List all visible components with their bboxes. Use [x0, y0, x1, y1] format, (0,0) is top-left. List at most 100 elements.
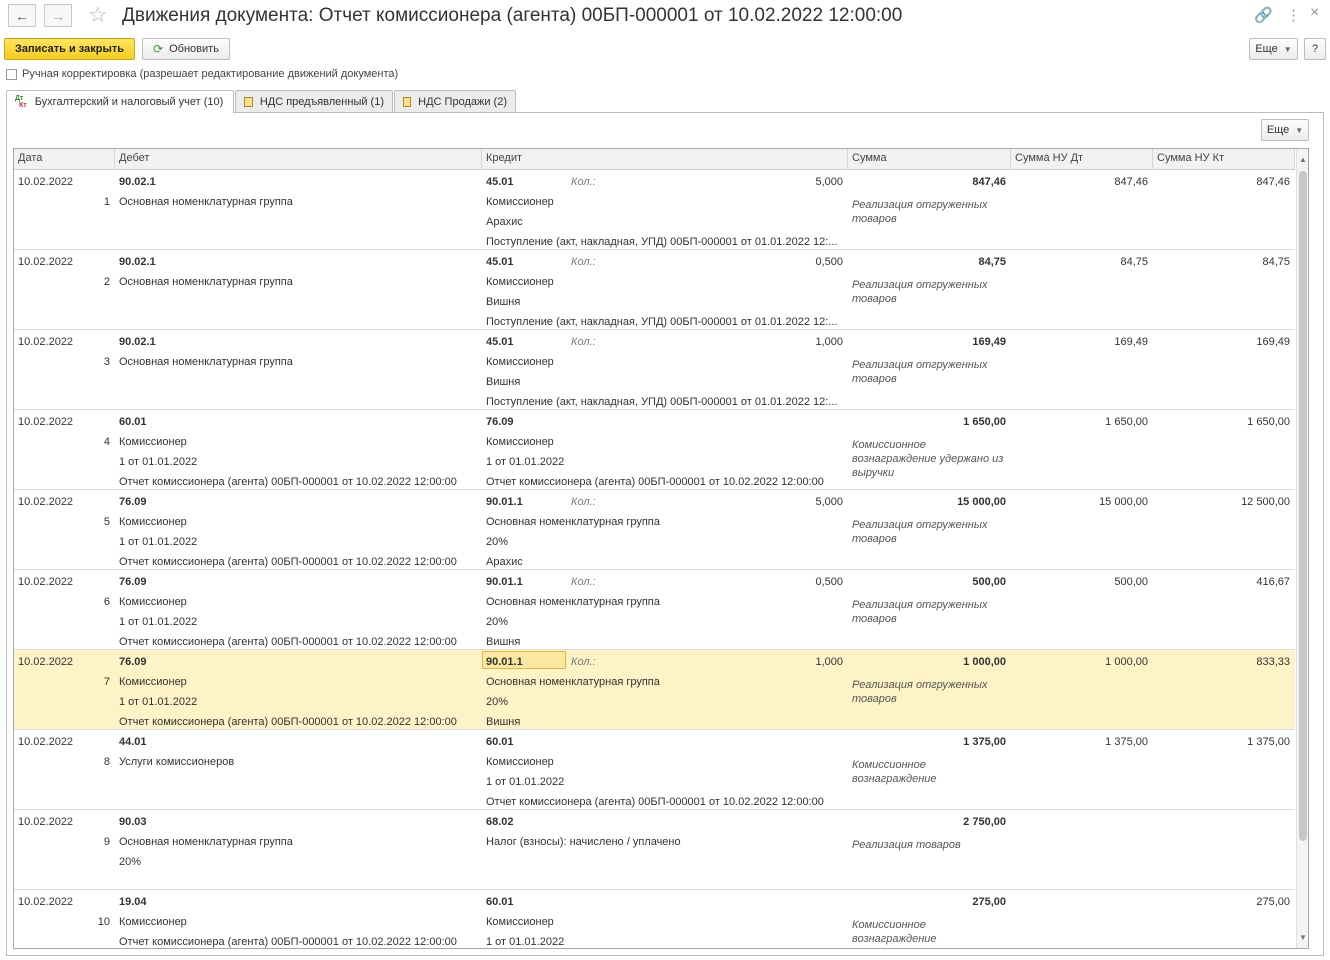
cell-line-number: 5 [103, 516, 110, 528]
table-row[interactable]: 10.02.2022 6 76.09 Комиссионер 1 от 01.01.20… [14, 570, 1295, 650]
scroll-up-icon[interactable]: ▲ [1299, 155, 1307, 164]
cell-sum-nu-dt: 15 000,00 [1099, 496, 1148, 508]
caret-down-icon: ▼ [1283, 44, 1292, 54]
cell-date: 10.02.2022 [18, 336, 74, 348]
cell-debit-subconto: Отчет комиссионера (агента) 00БП-000001 … [119, 936, 457, 948]
favorite-star-icon[interactable]: ☆ [88, 3, 108, 27]
cell-date: 10.02.2022 [18, 416, 74, 428]
cell-credit-subconto: 1 от 01.01.2022 [486, 776, 565, 788]
tab-vat-sales-label: НДС Продажи (2) [418, 95, 507, 108]
cell-content-line: товаров [852, 373, 897, 385]
table-row[interactable]: 10.02.2022 8 44.01 Услуги комиссионеров 60.0… [14, 730, 1295, 810]
cell-date: 10.02.2022 [18, 176, 74, 188]
cell-line-number: 3 [103, 356, 110, 368]
cell-debit-subconto: Комиссионер [119, 916, 187, 928]
table-row[interactable]: 10.02.2022 5 76.09 Комиссионер 1 от 01.01.20… [14, 490, 1295, 570]
table-row[interactable]: 10.02.2022 10 19.04 Комиссионер Отчет комисс… [14, 890, 1295, 948]
cell-qty: 5,000 [815, 176, 843, 188]
cell-debit-subconto: Услуги комиссионеров [119, 756, 235, 768]
cell-credit-subconto: Комиссионер [486, 276, 554, 288]
cell-line-number: 8 [103, 756, 110, 768]
cell-qty: 0,500 [815, 576, 843, 588]
tab-vat-presented[interactable]: НДС предъявленный (1) [235, 90, 393, 112]
title-bar: ← → ☆ Движения документа: Отчет комиссио… [0, 0, 1330, 34]
window-title: Движения документа: Отчет комиссионера (… [122, 5, 903, 26]
forward-button[interactable]: → [44, 4, 72, 27]
cell-content-line: вознаграждение [852, 773, 937, 785]
manual-correction-label: Ручная корректировка (разрешает редактир… [22, 68, 399, 80]
cell-credit-account: 90.01.1 [486, 656, 523, 668]
cell-credit-subconto: Поступление (акт, накладная, УПД) 00БП-0… [486, 316, 838, 328]
column-header-credit[interactable]: Кредит [482, 149, 848, 170]
table-row[interactable]: 10.02.2022 7 76.09 Комиссионер 1 от 01.01.20… [14, 650, 1295, 730]
column-header-sum-nu-dt[interactable]: Сумма НУ Дт [1011, 149, 1153, 170]
cell-sum: 1 650,00 [963, 416, 1006, 428]
cell-credit-subconto: Комиссионер [486, 436, 554, 448]
table-row[interactable]: 10.02.2022 2 90.02.1 Основная номенклатурна… [14, 250, 1295, 330]
scroll-down-icon[interactable]: ▼ [1299, 933, 1307, 942]
cell-credit-subconto: 20% [486, 536, 509, 548]
cell-credit-subconto: Поступление (акт, накладная, УПД) 00БП-0… [486, 236, 838, 248]
link-icon[interactable]: 🔗 [1254, 6, 1273, 24]
cell-debit-subconto: Основная номенклатурная группа [119, 196, 293, 208]
more-button[interactable]: Еще ▼ [1249, 38, 1298, 60]
cell-debit-subconto: Отчет комиссионера (агента) 00БП-000001 … [119, 636, 457, 648]
cell-credit-account: 76.09 [486, 416, 514, 428]
cell-qty-label: Кол.: [571, 496, 596, 508]
movements-table[interactable]: Дата Дебет Кредит Сумма Сумма НУ Дт Сумм… [13, 148, 1309, 949]
cell-debit-account: 44.01 [119, 736, 147, 748]
cell-date: 10.02.2022 [18, 656, 74, 668]
cell-sum-nu-kt: 833,33 [1256, 656, 1290, 668]
cell-debit-account: 60.01 [119, 416, 147, 428]
cell-content: Реализация отгруженных товаров [852, 358, 1007, 386]
cell-credit-subconto: Комиссионер [486, 916, 554, 928]
cell-debit-account: 90.02.1 [119, 256, 156, 268]
cell-sum-nu-kt: 1 375,00 [1247, 736, 1290, 748]
cell-qty: 1,000 [815, 656, 843, 668]
table-row[interactable]: 10.02.2022 1 90.02.1 Основная номенклатурна… [14, 170, 1295, 250]
more-vertical-icon[interactable]: ⋮ [1286, 6, 1301, 24]
save-close-button[interactable]: Записать и закрыть [4, 38, 135, 60]
column-header-sum-nu-kt[interactable]: Сумма НУ Кт [1153, 149, 1295, 170]
cell-content-line: Реализация отгруженных [852, 679, 988, 691]
cell-content-line: Комиссионное [852, 919, 926, 931]
close-icon[interactable]: × [1310, 4, 1319, 22]
column-header-date[interactable]: Дата [14, 149, 115, 170]
cell-date: 10.02.2022 [18, 816, 74, 828]
cell-line-number: 2 [103, 276, 110, 288]
vertical-scrollbar[interactable]: ▲ ▼ [1296, 149, 1308, 948]
cell-debit-account: 76.09 [119, 496, 147, 508]
scrollbar-thumb[interactable] [1299, 171, 1307, 841]
cell-debit-account: 90.02.1 [119, 176, 156, 188]
cell-content: Комиссионное вознаграждение [852, 758, 1007, 786]
cell-content-line: Реализация отгруженных [852, 359, 988, 371]
back-button[interactable]: ← [8, 4, 36, 27]
cell-content-line: товаров [852, 533, 897, 545]
cell-content: Комиссионное вознаграждение удержано из вы… [852, 438, 1007, 480]
cell-debit-subconto: Комиссионер [119, 516, 187, 528]
cell-line-number: 4 [103, 436, 110, 448]
cell-qty-label: Кол.: [571, 336, 596, 348]
cell-content-line: товаров [852, 613, 897, 625]
grid-more-button[interactable]: Еще ▼ [1261, 119, 1309, 141]
table-row[interactable]: 10.02.2022 9 90.03 Основная номенклатурная … [14, 810, 1295, 890]
column-header-sum[interactable]: Сумма [848, 149, 1011, 170]
refresh-button[interactable]: ⟳ Обновить [142, 38, 230, 60]
table-row[interactable]: 10.02.2022 3 90.02.1 Основная номенклатурна… [14, 330, 1295, 410]
cell-credit-subconto: Комиссионер [486, 756, 554, 768]
cell-sum-nu-dt: 169,49 [1114, 336, 1148, 348]
cell-debit-subconto: Комиссионер [119, 676, 187, 688]
cell-sum-nu-kt: 847,46 [1256, 176, 1290, 188]
tab-vat-sales[interactable]: НДС Продажи (2) [394, 90, 516, 112]
cell-debit-subconto: Отчет комиссионера (агента) 00БП-000001 … [119, 716, 457, 728]
column-header-debit[interactable]: Дебет [115, 149, 482, 170]
cell-content: Реализация отгруженных товаров [852, 198, 1007, 226]
cell-content: Реализация отгруженных товаров [852, 598, 1007, 626]
table-row[interactable]: 10.02.2022 4 60.01 Комиссионер 1 от 01.01.20… [14, 410, 1295, 490]
cell-content: Реализация отгруженных товаров [852, 518, 1007, 546]
cell-line-number: 9 [103, 836, 110, 848]
manual-correction-checkbox[interactable] [6, 69, 17, 80]
cell-sum: 2 750,00 [963, 816, 1006, 828]
tab-accounting[interactable]: Дт Кт Бухгалтерский и налоговый учет (10) [6, 90, 234, 113]
help-button[interactable]: ? [1304, 38, 1326, 60]
